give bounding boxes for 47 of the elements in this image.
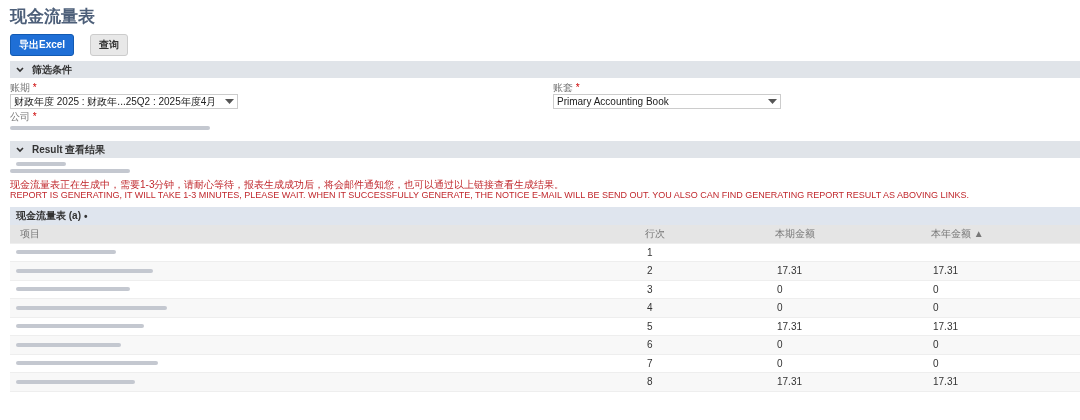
table-cell-text: 2	[646, 265, 654, 277]
chevron-icon[interactable]	[16, 66, 24, 73]
table-cell-text: 0	[932, 283, 940, 295]
select-field[interactable]: Primary Accounting Book	[553, 94, 781, 109]
dropdown-icon	[768, 99, 777, 104]
table-cell-text: 17.31	[932, 265, 960, 277]
table-cell-text: 17.31	[932, 376, 960, 388]
export-button[interactable]: 导出Excel	[10, 34, 75, 56]
status-message: 现金流量表正在生成中，需要1-3分钟，请耐心等待，报表生成成功后，将会邮件通知您，也可以通过以上链接查看生成结果。	[10, 179, 566, 190]
table-cell-text: 17.31	[932, 320, 960, 332]
table-cell-text: 0	[776, 302, 784, 314]
table-cell-text: 8	[646, 376, 654, 388]
chevron-icon[interactable]	[16, 146, 24, 153]
query-button[interactable]: 查询	[90, 34, 129, 56]
table-cell-text: 1	[646, 246, 654, 258]
table-cell-text: 0	[776, 339, 784, 351]
section-title: 筛选条件	[32, 62, 72, 77]
section-header[interactable]: 筛选条件	[10, 61, 1080, 78]
dot-icon: •	[84, 210, 88, 222]
column-header[interactable]: 行次	[635, 226, 765, 241]
field-label: 公司 *	[10, 111, 38, 122]
table-cell-text: 17.31	[776, 265, 804, 277]
table-cell-text: 3	[646, 283, 654, 295]
section-title: Result 查看结果	[32, 142, 106, 157]
table-cell-text: 0	[932, 357, 940, 369]
table-cell-text: 6	[646, 339, 654, 351]
table-cell-text: 4	[646, 302, 654, 314]
select-field[interactable]: 财政年度 2025 : 财政年...25Q2 : 2025年度4月	[10, 94, 238, 109]
column-header[interactable]: 本年金额 ▲	[921, 226, 1080, 241]
dropdown-icon	[225, 99, 234, 104]
column-header[interactable]: 项目	[10, 226, 635, 241]
table-cell-text: 17.31	[776, 376, 804, 388]
redacted-text	[16, 162, 66, 166]
table-cell-text: 0	[776, 357, 784, 369]
table-title: 现金流量表 (a)	[16, 209, 81, 223]
status-message: REPORT IS GENERATING, IT WILL TAKE 1-3 MINUTES, PLEASE WAIT. WHEN IT SUCCESSFULLY GENERATE, THE NOTICE E-MAIL WILL BE SEND OUT. YOU ALSO CAN FIND GENERATING REPORT RESULT AS ABOVING LINKS.	[10, 190, 971, 201]
table-cell-text: 17.31	[776, 320, 804, 332]
column-header[interactable]: 本期金额	[765, 226, 921, 241]
field-label: 账期 *	[10, 82, 38, 93]
table-cell-text: 7	[646, 357, 654, 369]
field-label: 账套 *	[553, 82, 581, 93]
table-cell-text: 0	[932, 302, 940, 314]
section-header[interactable]: Result 查看结果	[10, 141, 1080, 158]
page-title: 现金流量表	[10, 6, 96, 28]
table-cell-text: 5	[646, 320, 654, 332]
table-cell-text: 0	[932, 339, 940, 351]
table-cell-text: 0	[776, 283, 784, 295]
